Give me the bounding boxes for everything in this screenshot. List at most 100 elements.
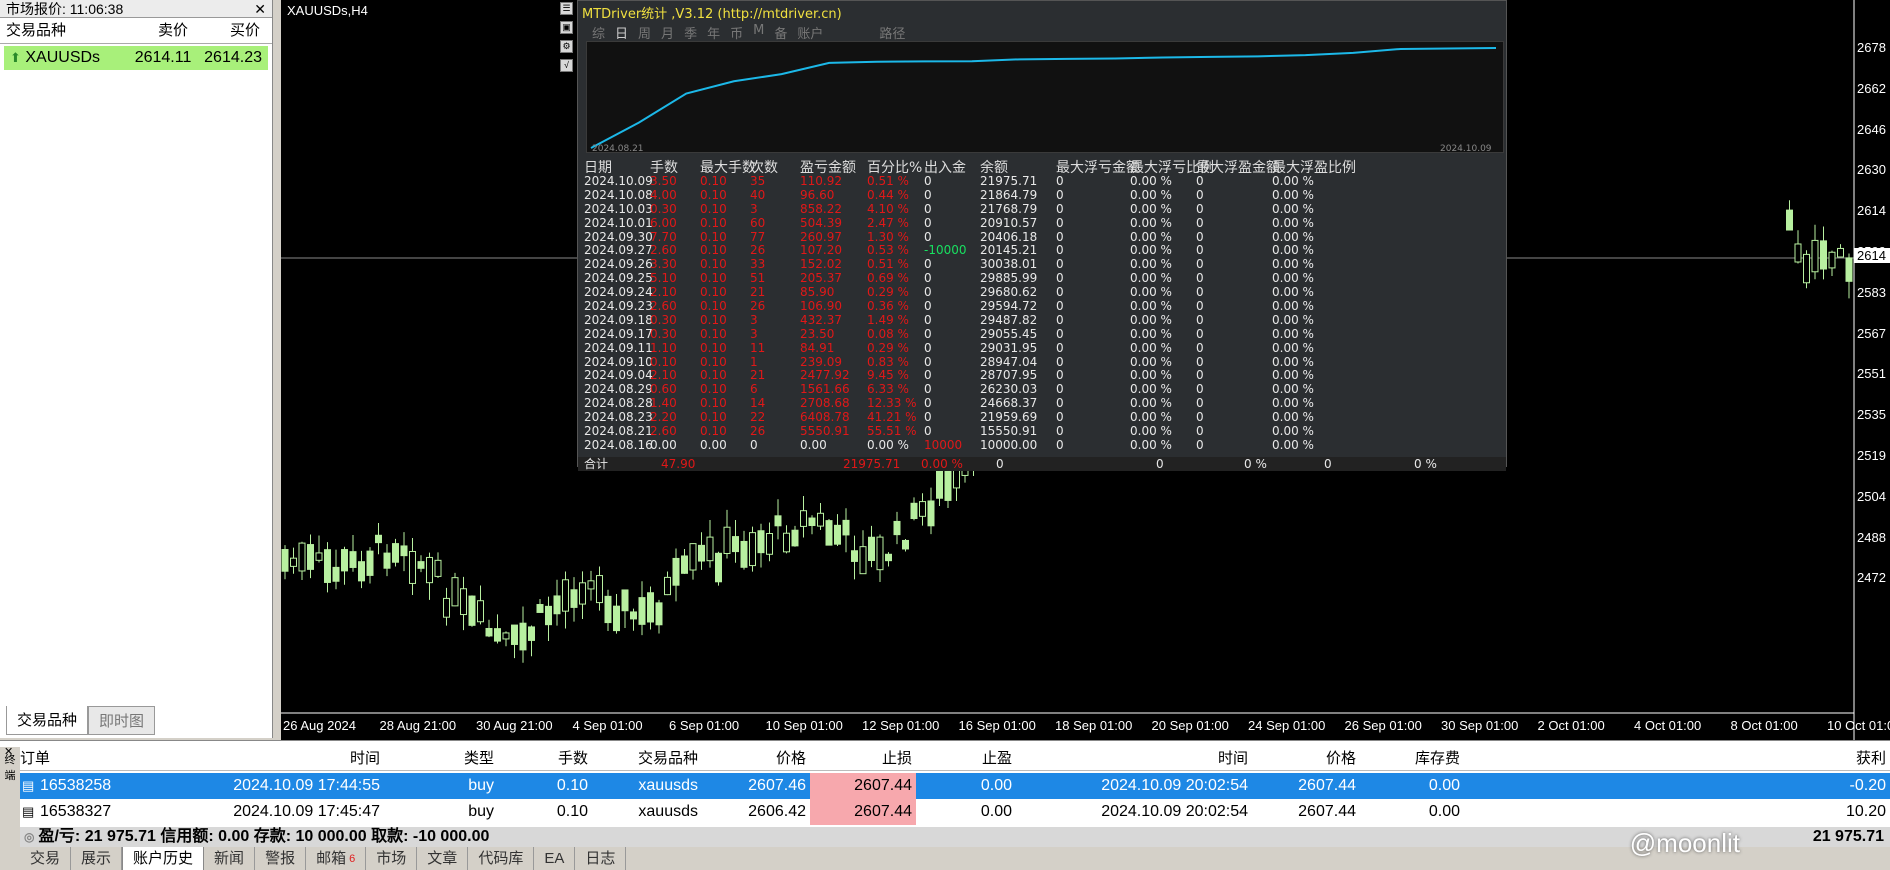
candle [366, 547, 374, 584]
total-lots: 47.90 [661, 457, 696, 471]
price-tick-label: 2678 [1857, 40, 1886, 55]
terminal-tab[interactable]: 邮箱 6 [306, 847, 367, 870]
stats-cell: 2024.10.08 [584, 187, 653, 202]
col-ask[interactable]: 买价 [194, 18, 266, 43]
mtdriver-tab[interactable] [833, 23, 869, 42]
mtdriver-tab[interactable]: 月 [661, 23, 674, 42]
mtdriver-tab[interactable]: 综 [592, 23, 605, 42]
orders-cell: 0.10 [556, 803, 588, 820]
candle [919, 493, 926, 526]
stats-cell: 0 [924, 340, 932, 355]
stats-row: 2024.09.11 1.10 0.10 11 84.91 0.29 % 0 29031.95… [582, 340, 1504, 356]
close-icon[interactable]: ✕ [4, 745, 13, 758]
orders-col-header[interactable]: 止损 [810, 747, 916, 770]
stats-cell: 0.00 % [867, 437, 909, 452]
terminal-tab[interactable]: 新闻 [204, 847, 256, 870]
orders-col-header[interactable]: 类型 [388, 747, 498, 770]
terminal-tab[interactable]: EA [534, 847, 576, 870]
mtdriver-tab[interactable]: 路径 [879, 23, 905, 42]
stats-row: 2024.10.08 4.00 0.10 40 96.60 0.44 % 0 21864.79… [582, 187, 1504, 203]
mtdriver-tab[interactable]: 年 [707, 23, 720, 42]
stats-cell: 3.30 [650, 257, 677, 272]
stats-row: 2024.08.23 2.20 0.10 22 6408.78 41.21 % 0 21959… [582, 410, 1504, 425]
symbol-row-xauusds[interactable]: ⬆ XAUUSDs 2614.11 2614.23 [4, 46, 268, 70]
orders-col-header[interactable]: 库存费 [1364, 747, 1464, 770]
candle [757, 523, 765, 568]
mtdriver-tabs: 综日周月季年币 M 备账户 路径 [592, 23, 905, 42]
stats-cell: 3 [750, 326, 758, 341]
stats-cell: 0 [1196, 368, 1204, 383]
stats-cell: 0.00 % [1272, 410, 1314, 425]
stats-cell: 0.00 % [1272, 382, 1314, 397]
stats-cell: 0.00 % [1130, 410, 1172, 425]
candle [341, 546, 348, 585]
stats-cell: 20910.57 [980, 215, 1038, 230]
terminal-tab[interactable]: 交易 [20, 847, 72, 870]
candle [528, 625, 535, 657]
stats-cell: 0 [1056, 229, 1064, 244]
stats-cell: 2024.08.29 [584, 382, 653, 397]
candle [383, 544, 391, 577]
orders-col-header[interactable]: 获利 [1468, 747, 1890, 770]
orders-col-header[interactable]: 时间 [154, 747, 384, 770]
mtdriver-tab[interactable]: 周 [638, 23, 651, 42]
stats-cell: 0 [750, 437, 758, 452]
check-icon[interactable]: √ [560, 59, 573, 72]
orders-col-header[interactable]: 交易品种 [596, 747, 702, 770]
orders-col-header[interactable]: 时间 [1020, 747, 1252, 770]
stats-cell: 0 [924, 271, 932, 286]
orders-col-header[interactable]: 价格 [706, 747, 810, 770]
mtdriver-tab[interactable]: M [753, 23, 764, 42]
stats-cell: 0 [1196, 340, 1204, 355]
stats-cell: 0 [924, 410, 932, 425]
orders-col-header[interactable]: 订单 [20, 747, 150, 770]
orders-cell: 2024.10.09 17:44:55 [233, 777, 380, 794]
tab-tick-chart[interactable]: 即时图 [88, 706, 156, 735]
close-icon[interactable]: ✕ [254, 0, 266, 18]
mtdriver-tab[interactable]: 日 [615, 23, 628, 42]
terminal-tab[interactable]: 文章 [417, 847, 469, 870]
stats-cell: 0.00 % [1130, 299, 1172, 314]
col-symbol[interactable]: 交易品种 [0, 18, 126, 43]
terminal-tab[interactable]: 市场 [366, 847, 418, 870]
orders-col-header[interactable]: 价格 [1256, 747, 1360, 770]
stats-cell: 0.10 [700, 271, 727, 286]
stats-cell: 11 [750, 340, 766, 355]
tab-symbols[interactable]: 交易品种 [6, 706, 89, 735]
stats-cell: 84.91 [800, 340, 835, 355]
terminal-tab[interactable]: 警报 [255, 847, 307, 870]
price-tick-label: 2630 [1857, 162, 1886, 178]
orders-col-header[interactable]: 止盈 [920, 747, 1016, 770]
candle [834, 514, 841, 546]
candle [579, 571, 586, 620]
stats-cell: 10000 [924, 437, 963, 452]
terminal-tab[interactable]: 日志 [575, 847, 627, 870]
orders-col-header[interactable]: 手数 [502, 747, 592, 770]
mtdriver-tab[interactable]: 币 [730, 23, 743, 42]
mtdriver-tab[interactable]: 账户 [797, 23, 823, 42]
stats-cell: 0 [1056, 201, 1064, 216]
terminal-tab[interactable]: 展示 [71, 847, 123, 870]
candle [808, 515, 816, 535]
menu-icon[interactable]: ☰ [560, 2, 573, 15]
stats-cell: 0 [1056, 437, 1064, 452]
stats-cell: 0 [924, 354, 932, 369]
terminal-tab[interactable]: 账户历史 [122, 847, 205, 870]
stats-cell: 0.00 % [1272, 174, 1314, 188]
mtdriver-tab[interactable]: 季 [684, 23, 697, 42]
candle [570, 577, 578, 622]
up-arrow-icon: ⬆ [10, 50, 21, 65]
table-row[interactable]: 16538327 2024.10.09 17:45:47 buy 0.10 xauusd… [20, 799, 1890, 825]
stats-cell: 9.45 % [867, 368, 909, 383]
stats-cell: 0.00 % [1130, 312, 1172, 327]
col-bid[interactable]: 卖价 [126, 18, 194, 43]
picture-icon[interactable]: ▣ [560, 21, 573, 34]
stats-cell: 2.60 [650, 424, 677, 439]
mtdriver-tab[interactable]: 备 [774, 23, 787, 42]
summary-text: 盈/亏: 21 975.71 信用额: 0.00 存款: 10 000.00 取… [38, 828, 490, 845]
stats-cell: 21 [750, 368, 766, 383]
terminal-tab[interactable]: 代码库 [468, 847, 535, 870]
settings-icon[interactable]: ⚙ [560, 40, 573, 53]
candle [868, 525, 875, 568]
table-row[interactable]: 16538258 2024.10.09 17:44:55 buy 0.10 xauusd… [20, 773, 1890, 799]
